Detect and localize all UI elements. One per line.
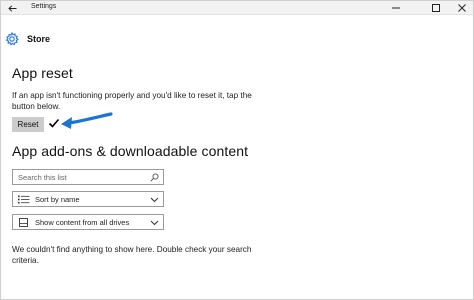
maximize-icon	[432, 4, 440, 12]
search-placeholder: Search this list	[18, 173, 67, 182]
addons-heading: App add-ons & downloadable content	[12, 143, 249, 159]
page-title: Store	[27, 34, 51, 44]
back-button[interactable]	[5, 1, 19, 15]
minimize-icon	[392, 7, 400, 9]
reset-button[interactable]: Reset	[12, 117, 44, 132]
app-reset-description: If an app isn't functioning properly and…	[12, 91, 252, 111]
empty-state-message: We couldn't find anything to show here. …	[12, 245, 252, 265]
drive-icon	[19, 218, 28, 227]
filter-value: Show content from all drives	[35, 218, 130, 227]
sort-value: Sort by name	[35, 195, 80, 204]
search-icon	[150, 173, 159, 182]
chevron-down-icon	[150, 220, 159, 226]
window-title: Settings	[31, 3, 57, 10]
search-input[interactable]: Search this list	[12, 169, 164, 185]
settings-window: Settings Store App reset If an app isn't…	[0, 0, 474, 300]
drive-filter-dropdown[interactable]: Show content from all drives	[12, 214, 164, 230]
app-reset-heading: App reset	[12, 65, 73, 81]
page-header: Store	[5, 29, 50, 49]
sort-list-icon	[18, 195, 30, 204]
chevron-down-icon	[150, 197, 159, 203]
close-button[interactable]	[447, 1, 474, 15]
close-icon	[458, 4, 466, 12]
title-bar: Settings	[1, 1, 473, 15]
minimize-button[interactable]	[381, 1, 411, 15]
back-arrow-icon	[7, 4, 16, 12]
gear-icon	[5, 32, 19, 46]
pointer-arrow-icon	[61, 112, 113, 129]
sort-dropdown[interactable]: Sort by name	[12, 191, 164, 207]
